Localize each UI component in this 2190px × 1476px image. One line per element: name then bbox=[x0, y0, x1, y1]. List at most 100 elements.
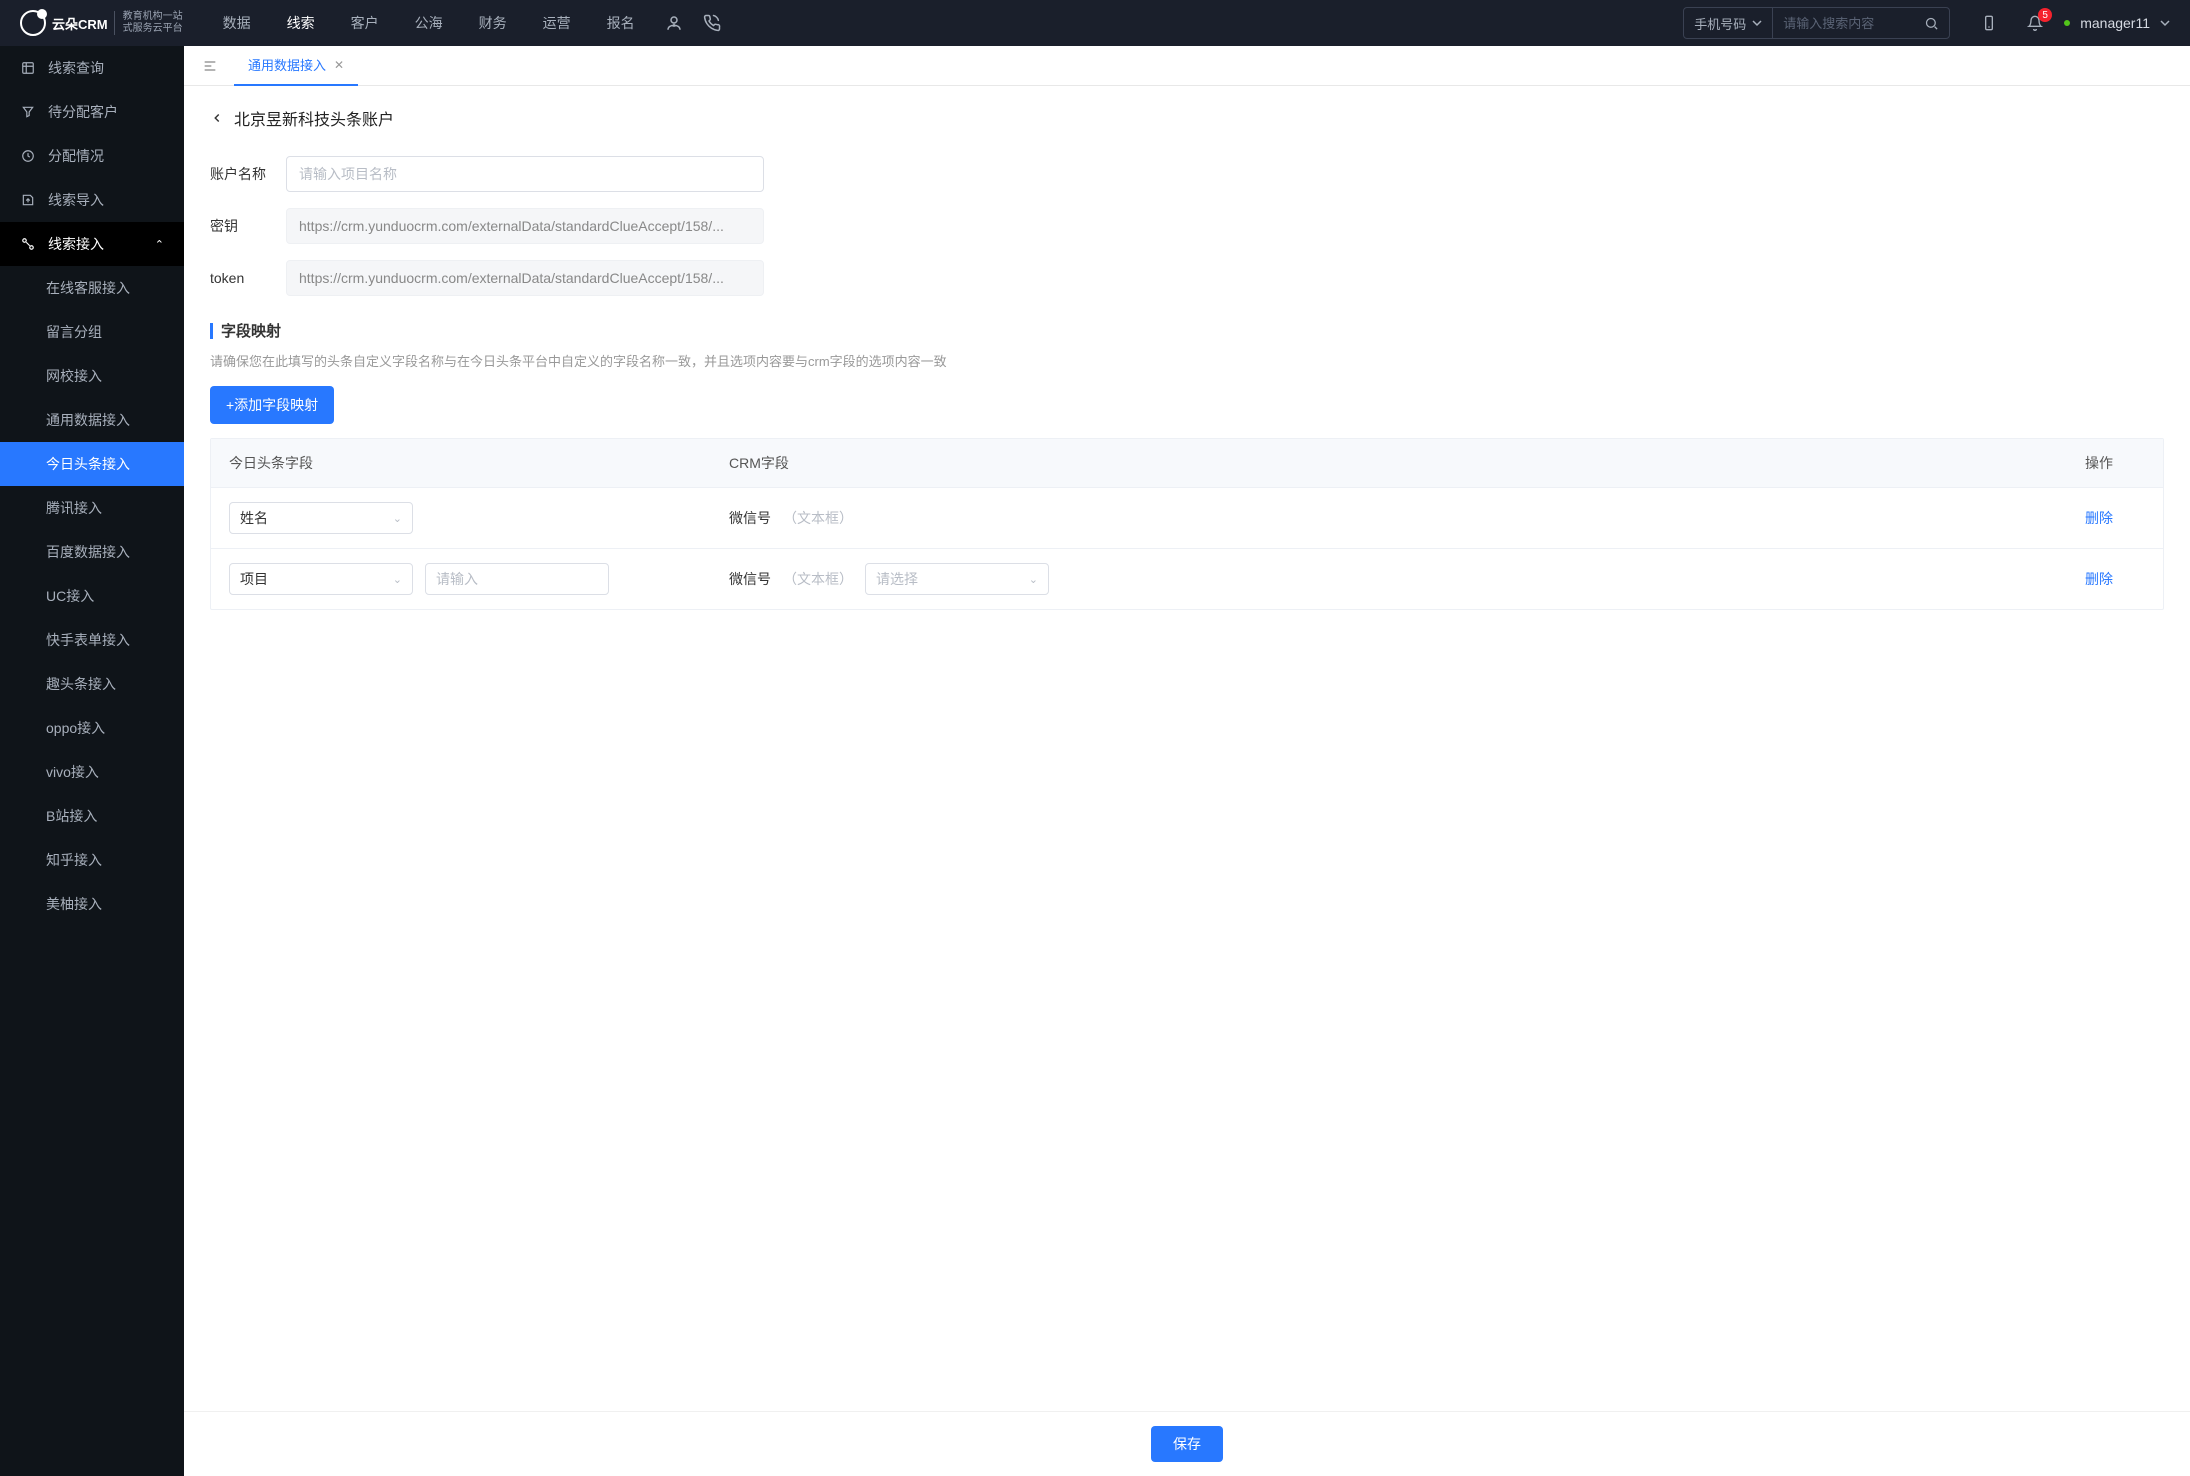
sidebar-sub-item[interactable]: UC接入 bbox=[0, 574, 184, 618]
crm-field-label: 微信号 bbox=[729, 508, 771, 528]
content: 北京昱新科技头条账户 账户名称 密钥 token 字段映射 请确保您在此填写的头… bbox=[184, 86, 2190, 1476]
sidebar-sub-item[interactable]: 百度数据接入 bbox=[0, 530, 184, 574]
sidebar-icon bbox=[20, 60, 36, 76]
sidebar-sub-item[interactable]: 快手表单接入 bbox=[0, 618, 184, 662]
table-row: 项目⌄ 微信号 （文本框） 请选择⌄ 删除 bbox=[211, 548, 2163, 609]
user-menu[interactable]: manager11 bbox=[2064, 15, 2170, 31]
topnav-item[interactable]: 线索 bbox=[287, 13, 315, 33]
topnav-item[interactable]: 财务 bbox=[479, 13, 507, 33]
menu-fold-icon bbox=[202, 58, 218, 74]
search-button[interactable] bbox=[1913, 8, 1949, 38]
sidebar-group[interactable]: 线索接入 ⌃ bbox=[0, 222, 184, 266]
sidebar-sub-item[interactable]: 网校接入 bbox=[0, 354, 184, 398]
th-crm: CRM字段 bbox=[729, 453, 2085, 473]
sidebar-sub-item[interactable]: 知乎接入 bbox=[0, 838, 184, 882]
topnav-item[interactable]: 客户 bbox=[351, 13, 379, 33]
table-row: 姓名⌄ 微信号 （文本框） 删除 bbox=[211, 487, 2163, 548]
th-toutiao: 今日头条字段 bbox=[229, 453, 729, 473]
add-mapping-button[interactable]: +添加字段映射 bbox=[210, 386, 334, 424]
footer: 保存 bbox=[184, 1411, 2190, 1476]
toutiao-field-select[interactable]: 姓名⌄ bbox=[229, 502, 413, 534]
topnav-item[interactable]: 运营 bbox=[543, 13, 571, 33]
status-dot-icon bbox=[2064, 20, 2070, 26]
save-button[interactable]: 保存 bbox=[1151, 1426, 1223, 1462]
sidebar-sub-item[interactable]: B站接入 bbox=[0, 794, 184, 838]
section-title: 字段映射 bbox=[210, 320, 2164, 341]
search-type-select[interactable]: 手机号码 bbox=[1684, 8, 1773, 38]
sidebar-label: 待分配客户 bbox=[48, 102, 164, 122]
sidebar-icon bbox=[20, 192, 36, 208]
sidebar-label: 分配情况 bbox=[48, 146, 164, 166]
main-panel: 通用数据接入 ✕ 北京昱新科技头条账户 账户名称 密钥 token bbox=[184, 46, 2190, 1476]
sidebar-sub-item[interactable]: 美柚接入 bbox=[0, 882, 184, 926]
chevron-down-icon: ⌄ bbox=[393, 573, 402, 586]
chevron-down-icon bbox=[2160, 18, 2170, 28]
integration-icon bbox=[20, 236, 36, 252]
topnav-item[interactable]: 公海 bbox=[415, 13, 443, 33]
account-name-input[interactable] bbox=[286, 156, 764, 192]
sidebar-sub-item[interactable]: 留言分组 bbox=[0, 310, 184, 354]
account-label: 账户名称 bbox=[210, 164, 286, 184]
sidebar-sub-item[interactable]: 今日头条接入 bbox=[0, 442, 184, 486]
tab-close-icon[interactable]: ✕ bbox=[334, 58, 344, 72]
tab-active[interactable]: 通用数据接入 ✕ bbox=[234, 46, 358, 86]
sidebar-label: 线索查询 bbox=[48, 58, 164, 78]
sidebar-sub-item[interactable]: 腾讯接入 bbox=[0, 486, 184, 530]
crm-field-label: 微信号 bbox=[729, 569, 771, 589]
notification-badge: 5 bbox=[2038, 8, 2052, 22]
topnav-item[interactable]: 数据 bbox=[223, 13, 251, 33]
search-icon bbox=[1924, 16, 1939, 31]
crm-field-type: （文本框） bbox=[783, 569, 853, 589]
chevron-left-icon bbox=[210, 111, 224, 125]
secret-label: 密钥 bbox=[210, 216, 286, 236]
token-label: token bbox=[210, 270, 286, 286]
sidebar-sub-item[interactable]: vivo接入 bbox=[0, 750, 184, 794]
bell-icon[interactable]: 5 bbox=[2026, 14, 2044, 32]
chevron-down-icon: ⌄ bbox=[1029, 573, 1038, 586]
chevron-up-icon: ⌃ bbox=[155, 238, 164, 251]
sidebar-item[interactable]: 待分配客户 bbox=[0, 90, 184, 134]
crm-field-type: （文本框） bbox=[783, 508, 853, 528]
sidebar-icon bbox=[20, 148, 36, 164]
secret-input[interactable] bbox=[286, 208, 764, 244]
sidebar-item[interactable]: 线索查询 bbox=[0, 46, 184, 90]
tab-label: 通用数据接入 bbox=[248, 55, 326, 74]
delete-link[interactable]: 删除 bbox=[2085, 510, 2113, 526]
toutiao-value-input[interactable] bbox=[425, 563, 609, 595]
phone-icon[interactable] bbox=[703, 14, 721, 32]
logo-mark-icon bbox=[20, 10, 46, 36]
tabbar: 通用数据接入 ✕ bbox=[184, 46, 2190, 86]
sidebar-label: 线索导入 bbox=[48, 190, 164, 210]
sidebar-sub-item[interactable]: oppo接入 bbox=[0, 706, 184, 750]
top-nav-icons bbox=[665, 14, 721, 32]
chevron-down-icon: ⌄ bbox=[393, 512, 402, 525]
back-button[interactable] bbox=[210, 111, 224, 125]
topbar: 云朵CRM 教育机构一站 式服务云平台 数据线索客户公海财务运营报名 手机号码 … bbox=[0, 0, 2190, 46]
sidebar-label: 线索接入 bbox=[48, 234, 143, 254]
collapse-sidebar-button[interactable] bbox=[196, 52, 224, 80]
username: manager11 bbox=[2080, 15, 2150, 31]
table-header: 今日头条字段 CRM字段 操作 bbox=[211, 439, 2163, 487]
page-header: 北京昱新科技头条账户 bbox=[210, 106, 2164, 130]
agent-icon[interactable] bbox=[665, 14, 683, 32]
sidebar-icon bbox=[20, 104, 36, 120]
token-input[interactable] bbox=[286, 260, 764, 296]
delete-link[interactable]: 删除 bbox=[2085, 571, 2113, 587]
toutiao-field-select[interactable]: 项目⌄ bbox=[229, 563, 413, 595]
sidebar-sub-item[interactable]: 通用数据接入 bbox=[0, 398, 184, 442]
logo: 云朵CRM 教育机构一站 式服务云平台 bbox=[20, 10, 183, 36]
topnav-item[interactable]: 报名 bbox=[607, 13, 635, 33]
page-title: 北京昱新科技头条账户 bbox=[234, 106, 394, 130]
search-input[interactable] bbox=[1773, 16, 1913, 31]
section-hint: 请确保您在此填写的头条自定义字段名称与在今日头条平台中自定义的字段名称一致，并且… bbox=[210, 351, 2164, 370]
top-nav: 数据 线索 客户 公海 财务 运营 报名 bbox=[223, 13, 635, 33]
mobile-icon[interactable] bbox=[1980, 14, 1998, 32]
topbar-right-icons: 5 bbox=[1980, 14, 2044, 32]
sidebar-sub-item[interactable]: 趣头条接入 bbox=[0, 662, 184, 706]
crm-value-select[interactable]: 请选择⌄ bbox=[865, 563, 1049, 595]
th-action: 操作 bbox=[2085, 453, 2145, 473]
sidebar-sub-item[interactable]: 在线客服接入 bbox=[0, 266, 184, 310]
mapping-table: 今日头条字段 CRM字段 操作 姓名⌄微信号（文本框）删除项目⌄微信号（文本框）… bbox=[210, 438, 2164, 610]
sidebar-item[interactable]: 线索导入 bbox=[0, 178, 184, 222]
sidebar-item[interactable]: 分配情况 bbox=[0, 134, 184, 178]
